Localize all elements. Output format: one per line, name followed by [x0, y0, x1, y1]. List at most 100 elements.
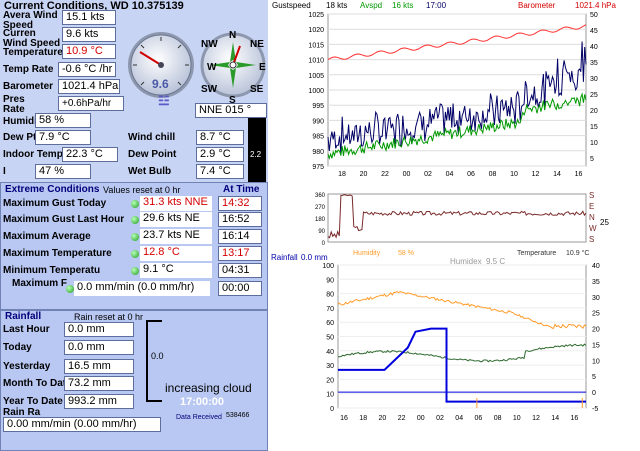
- plot-area: [327, 193, 587, 243]
- left-tick-label: 70: [326, 306, 334, 313]
- right-tick-label: 0: [592, 390, 596, 397]
- rainfall-graph-value: 0.0 mm: [301, 253, 328, 262]
- rainfall-row-value: 73.2 mm: [64, 376, 134, 391]
- extreme-row-time: 14:32: [218, 196, 262, 211]
- temperature-graph-label: Temperature: [517, 250, 557, 257]
- extreme-row-time: 16:14: [218, 229, 262, 244]
- rainfall-title: Rainfall: [5, 311, 42, 322]
- humidity-graph-value: 58 %: [398, 250, 414, 257]
- direction-letter: S: [589, 191, 595, 200]
- left-tick-label: 995: [312, 103, 324, 110]
- left-tick-label: 1005: [308, 73, 324, 80]
- compass-label-w: W: [207, 62, 217, 73]
- x-tick-label: 22: [398, 415, 406, 422]
- dew-point-value: 2.9 °C: [196, 147, 244, 162]
- x-tick-label: 04: [446, 171, 454, 178]
- right-tick-label: 25: [592, 311, 600, 318]
- extreme-row-label: Maximum Average: [3, 231, 91, 242]
- x-tick-label: 06: [475, 415, 483, 422]
- extreme-row-time: 16:52: [218, 212, 262, 227]
- left-tick-label: 50: [326, 335, 334, 342]
- right-tick-label: 30: [590, 76, 598, 83]
- compass-label-n: N: [229, 30, 237, 41]
- rainfall-row-label: Year To Date: [3, 396, 63, 407]
- extreme-row-value: 29.6 kts NE: [140, 212, 212, 227]
- indoor-temp-value: 22.3 °C: [62, 147, 118, 162]
- compass-label-nw: NW: [201, 39, 218, 50]
- left-tick-label: 180: [315, 217, 326, 223]
- x-tick-label: 16: [575, 171, 583, 178]
- left-tick-label: 1020: [308, 27, 324, 34]
- gauge-value: 9.6: [152, 77, 169, 91]
- rain-bar-value: 0.0: [151, 351, 164, 361]
- extreme-row-time: 13:17: [218, 246, 262, 261]
- left-tick-label: 985: [312, 134, 324, 141]
- current-wind-label: Curren Wind Speed: [3, 28, 61, 49]
- data-received-value: 538466: [226, 412, 250, 419]
- uv-index-value: 2.2: [250, 150, 262, 159]
- extreme-row-value: 12.8 °C: [140, 246, 212, 261]
- x-tick-label: 12: [532, 171, 540, 178]
- rainfall-row-value: 0.0 mm: [64, 322, 134, 337]
- compass-label-se: SE: [250, 84, 264, 95]
- legend-avg-label: Avspd: [360, 1, 383, 10]
- compass-label-e: E: [259, 62, 266, 73]
- status-dot-icon: [131, 250, 139, 258]
- status-dot-icon: [131, 200, 139, 208]
- left-tick-label: 1010: [308, 58, 324, 65]
- legend-time: 17:00: [426, 1, 447, 10]
- left-tick-label: 40: [326, 349, 334, 356]
- rainfall-row-value: 16.5 mm: [64, 359, 134, 374]
- extreme-row-label: Maximum F: [12, 278, 68, 289]
- x-tick-label: 14: [551, 415, 559, 422]
- direction-letter: S: [589, 235, 595, 244]
- extreme-row-label: Maximum Temperature: [3, 248, 112, 259]
- direction-letter: N: [589, 213, 595, 222]
- wind-speed-value: 15.1 kts: [62, 10, 116, 25]
- right-tick-label: 10: [590, 140, 598, 147]
- x-tick-label: 22: [381, 171, 389, 178]
- humidex-graph-label: Humidex: [450, 257, 482, 266]
- left-tick-label: 990: [312, 118, 324, 125]
- x-tick-label: 12: [532, 415, 540, 422]
- dew-point-label: Dew Point: [128, 149, 177, 160]
- left-tick-label: 30: [326, 363, 334, 370]
- left-tick-label: 10: [326, 392, 334, 399]
- right-tick-label: 25: [590, 92, 598, 99]
- wet-bulb-label: Wet Bulb: [128, 166, 172, 177]
- x-tick-label: 16: [340, 415, 348, 422]
- humidity-graph-label: Humidity: [353, 250, 381, 257]
- right-tick-label: 40: [590, 44, 598, 51]
- status-dot-icon: [131, 233, 139, 241]
- extreme-row-value: 31.3 kts NNE: [140, 196, 212, 211]
- wind-chill-label: Wind chill: [128, 132, 176, 143]
- right-tick-label: 35: [592, 279, 600, 286]
- legend-avg-value: 16 kts: [392, 1, 414, 10]
- at-time-label: At Time: [223, 184, 260, 195]
- right-tick-label: 5: [590, 156, 594, 163]
- wind-speed-gauge: 9.6: [128, 32, 194, 98]
- wet-bulb-value: 7.4 °C: [196, 164, 244, 179]
- left-tick-label: 80: [326, 292, 334, 299]
- forecast-mini-icon: ☳: [158, 93, 170, 108]
- compass-label-ne: NE: [250, 39, 264, 50]
- indoor-temp-label: Indoor Temp: [3, 149, 63, 160]
- temp-rate-label: Temp Rate: [3, 64, 54, 75]
- right-tick-label: 15: [590, 124, 598, 131]
- right-tick-label: 5: [592, 374, 596, 381]
- compass-label-sw: SW: [201, 84, 218, 95]
- pres-rate-label: Pres Rate: [3, 94, 25, 115]
- right-tick-label: 10: [592, 358, 600, 365]
- x-tick-label: 00: [403, 171, 411, 178]
- x-tick-label: 20: [360, 171, 368, 178]
- x-tick-label: 04: [455, 415, 463, 422]
- rainfall-row-label: Yesterday: [3, 361, 51, 372]
- left-tick-label: 0: [322, 241, 326, 247]
- dewpt-depr-value: 7.9 °C: [35, 130, 91, 145]
- extreme-row-label: Maximum Gust Today: [3, 198, 107, 209]
- right-tick-label: 35: [590, 60, 598, 67]
- x-tick-label: 02: [436, 415, 444, 422]
- left-tick-label: 20: [326, 377, 334, 384]
- left-tick-label: 980: [312, 149, 324, 156]
- forecast-time: 17:00:00: [180, 396, 225, 408]
